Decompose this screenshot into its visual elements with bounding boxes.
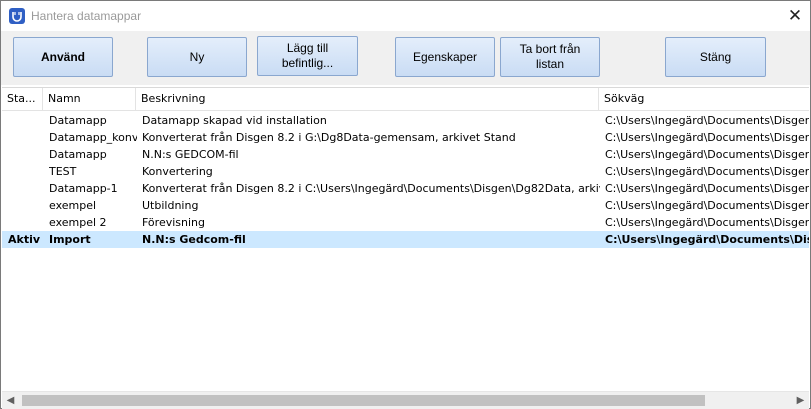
list-row[interactable]: exempel 2 Förevisning C:\Users\Ingegärd\… [2,214,809,231]
list-row[interactable]: TEST Konvertering C:\Users\Ingegärd\Docu… [2,163,809,180]
row-description: Datamapp skapad vid installation [142,114,327,127]
list-header: Sta... Namn Beskrivning Sökväg [2,88,809,111]
list-row-active[interactable]: Aktiv Import N.N:s Gedcom-fil C:\Users\I… [2,231,809,248]
list-row[interactable]: Datamapp_konv Konverterat från Disgen 8.… [2,129,809,146]
list-row[interactable]: Datamapp Datamapp skapad vid installatio… [2,112,809,129]
horizontal-scrollbar[interactable]: ◀ ▶ [2,391,809,409]
column-header-name[interactable]: Namn [43,88,136,110]
row-status [8,214,44,231]
row-description: Konverterat från Disgen 8.2 i C:\Users\I… [142,182,600,195]
row-name: Datamapp-1 [49,182,118,195]
row-description: Konverterat från Disgen 8.2 i G:\Dg8Data… [142,131,516,144]
row-description: N.N:s GEDCOM-fil [142,148,239,161]
row-description: Förevisning [142,216,205,229]
row-path: C:\Users\Ingegärd\Documents\Disgen\Dat [605,182,809,195]
row-name: Datamapp_konv [49,131,137,144]
row-status [8,129,44,146]
row-name: exempel [49,199,97,212]
row-description: Konvertering [142,165,213,178]
row-status: Aktiv [8,233,41,246]
scroll-left-icon[interactable]: ◀ [2,392,19,409]
use-button[interactable]: Använd [13,37,113,77]
list-row[interactable]: Datamapp-1 Konverterat från Disgen 8.2 i… [2,180,809,197]
row-status [8,180,44,197]
scroll-right-icon[interactable]: ▶ [792,392,809,409]
row-status [8,197,44,214]
remove-from-list-button[interactable]: Ta bort från listan [500,37,600,77]
datafolder-list[interactable]: Sta... Namn Beskrivning Sökväg Datamapp … [2,87,809,392]
row-path: C:\Users\Ingegärd\Documents\Disg [605,233,809,246]
window-title: Hantera datamappar [31,9,142,23]
scrollbar-thumb[interactable] [22,395,705,406]
new-button[interactable]: Ny [147,37,247,77]
column-header-status[interactable]: Sta... [2,88,43,110]
dialog-window: Hantera datamappar ✕ Använd Ny Lägg till… [0,0,811,409]
row-name: TEST [49,165,77,178]
column-header-path[interactable]: Sökväg [599,88,809,110]
title-bar[interactable]: Hantera datamappar ✕ [1,1,810,31]
add-existing-button[interactable]: Lägg till befintlig... [257,36,358,76]
row-name: Import [49,233,91,246]
row-status [8,163,44,180]
list-row[interactable]: Datamapp N.N:s GEDCOM-fil C:\Users\Ingeg… [2,146,809,163]
close-button[interactable]: Stäng [665,37,766,77]
row-path: C:\Users\Ingegärd\Documents\Disgen\exe [605,216,809,229]
button-toolbar: Använd Ny Lägg till befintlig... Egenska… [1,31,810,85]
list-rows: Datamapp Datamapp skapad vid installatio… [2,112,809,248]
row-path: C:\Users\Ingegärd\Documents\Disgen\Dat [605,114,809,127]
row-description: Utbildning [142,199,199,212]
row-path: C:\Users\Ingegärd\Documents\Disgen\201 [605,131,809,144]
row-path: C:\Users\Ingegärd\Documents\Disgen\exe [605,199,809,212]
column-header-description[interactable]: Beskrivning [136,88,599,110]
properties-button[interactable]: Egenskaper [395,37,495,77]
row-path: C:\Users\Ingegärd\Documents\Disgen\201 [605,165,809,178]
row-description: N.N:s Gedcom-fil [142,233,246,246]
row-name: Datamapp [49,114,107,127]
row-name: Datamapp [49,148,107,161]
list-row[interactable]: exempel Utbildning C:\Users\Ingegärd\Doc… [2,197,809,214]
close-window-icon[interactable]: ✕ [780,1,810,31]
app-icon [9,8,25,24]
row-status [8,146,44,163]
row-status [8,112,44,129]
row-path: C:\Users\Ingegärd\Documents\Disgen\201 [605,148,809,161]
row-name: exempel 2 [49,216,107,229]
